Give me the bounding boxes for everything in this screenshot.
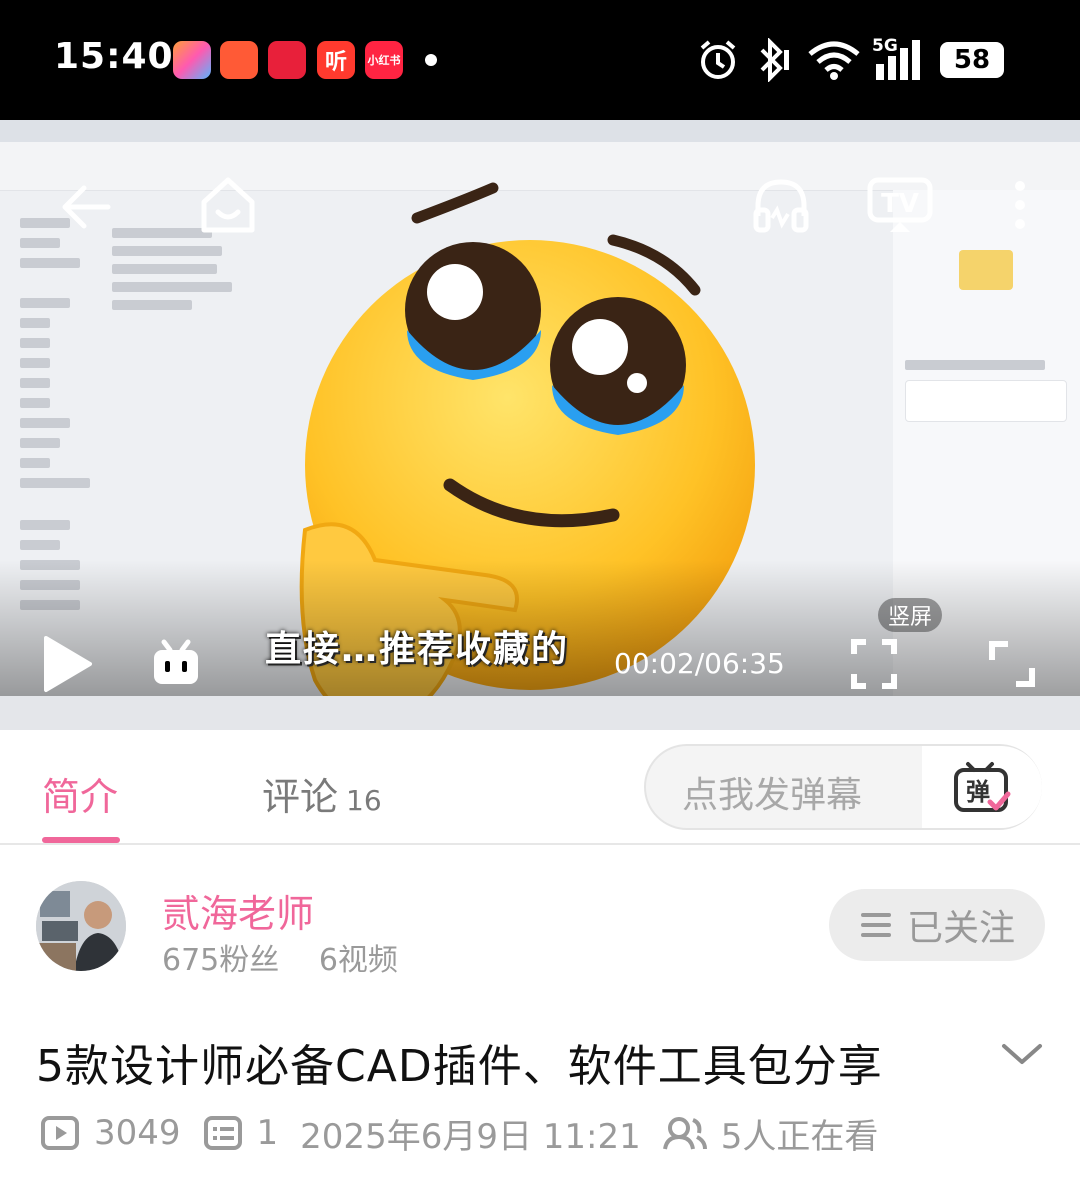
wifi-icon bbox=[808, 41, 860, 80]
publish-date: 2025年6月9日 11:21 bbox=[300, 1116, 641, 1157]
rotate-landscape-icon[interactable] bbox=[988, 640, 1036, 688]
playback-timecode: 00:02/06:35 bbox=[614, 647, 785, 680]
uploader-card: 贰海老师 675粉丝 6视频 已关注 bbox=[0, 845, 1080, 995]
danmaku-count-value: 1 bbox=[256, 1113, 279, 1153]
video-frame-taskbar bbox=[0, 696, 1080, 730]
avatar[interactable] bbox=[36, 881, 126, 971]
app-icon-1 bbox=[173, 41, 211, 79]
content-tabs: 简介 评论 16 点我发弹幕 弹 bbox=[0, 730, 1080, 845]
fans-count: 675粉丝 bbox=[162, 943, 280, 978]
play-icon[interactable] bbox=[40, 634, 94, 694]
danmaku-icon-label: 弹 bbox=[966, 778, 990, 806]
tab-comments-label: 评论 bbox=[262, 775, 339, 819]
play-count-icon bbox=[41, 1116, 79, 1150]
tv-cast-icon[interactable]: TV bbox=[866, 176, 934, 234]
danmaku-icon: 弹 bbox=[954, 762, 1011, 812]
app-icon-5: 小红书 bbox=[365, 41, 403, 79]
signal-icon bbox=[876, 40, 920, 80]
follow-label: 已关注 bbox=[906, 908, 1015, 949]
svg-text:TV: TV bbox=[881, 189, 919, 219]
video-title: 5款设计师必备CAD插件、软件工具包分享 bbox=[36, 1041, 883, 1092]
watching-now: 5人正在看 bbox=[662, 1109, 879, 1158]
video-meta: 3049 1 2025年6月9日 11:21 5人正在看 bbox=[40, 1109, 900, 1158]
notification-dot bbox=[425, 54, 437, 66]
chevron-down-icon[interactable] bbox=[1000, 1040, 1044, 1068]
battery-indicator: 58 bbox=[940, 42, 1004, 78]
menu-lines-icon bbox=[860, 913, 891, 937]
danmaku-send-button[interactable]: 弹 bbox=[922, 746, 1042, 828]
uploader-stats: 675粉丝 6视频 bbox=[162, 935, 428, 979]
tab-intro[interactable]: 简介 bbox=[42, 766, 118, 821]
clock: 15:40 bbox=[54, 36, 174, 77]
video-player[interactable]: TV 直接…推荐收藏的 竖屏 00:02/06:35 bbox=[0, 120, 1080, 730]
more-options-icon[interactable] bbox=[1008, 178, 1032, 232]
video-subtitle: 直接…推荐收藏的 bbox=[265, 629, 570, 670]
video-count: 6视频 bbox=[318, 943, 398, 978]
tab-comments[interactable]: 评论 16 bbox=[262, 766, 382, 821]
play-count-value: 3049 bbox=[94, 1113, 181, 1153]
follow-button[interactable]: 已关注 bbox=[829, 889, 1045, 961]
portrait-mode-button[interactable]: 竖屏 bbox=[878, 598, 942, 632]
active-tab-indicator bbox=[42, 837, 120, 843]
danmaku-input[interactable]: 点我发弹幕 bbox=[682, 766, 862, 818]
alarm-icon bbox=[700, 40, 736, 79]
fullscreen-icon[interactable] bbox=[850, 638, 898, 690]
app-icon-3 bbox=[268, 41, 306, 79]
video-frame-titlebar bbox=[0, 120, 1080, 142]
audio-mode-icon[interactable] bbox=[752, 176, 810, 234]
status-bar: 15:40 听 小红书 5G 58 bbox=[0, 0, 1080, 120]
danmaku-count-icon bbox=[203, 1116, 242, 1150]
app-icon-4: 听 bbox=[317, 41, 355, 79]
comments-count: 16 bbox=[346, 784, 382, 817]
danmaku-input-bar[interactable]: 点我发弹幕 弹 bbox=[644, 744, 1042, 830]
watching-now-value: 5人正在看 bbox=[720, 1116, 879, 1157]
app-icon-2 bbox=[220, 41, 258, 79]
play-count: 3049 bbox=[40, 1113, 181, 1153]
bluetooth-icon bbox=[760, 38, 789, 82]
uploader-name[interactable]: 贰海老师 bbox=[162, 883, 314, 938]
home-icon[interactable] bbox=[198, 174, 258, 236]
viewers-icon bbox=[662, 1117, 707, 1150]
danmaku-count: 1 bbox=[203, 1113, 279, 1153]
danmaku-toggle-icon[interactable] bbox=[150, 638, 202, 688]
back-arrow-icon[interactable] bbox=[58, 180, 112, 234]
